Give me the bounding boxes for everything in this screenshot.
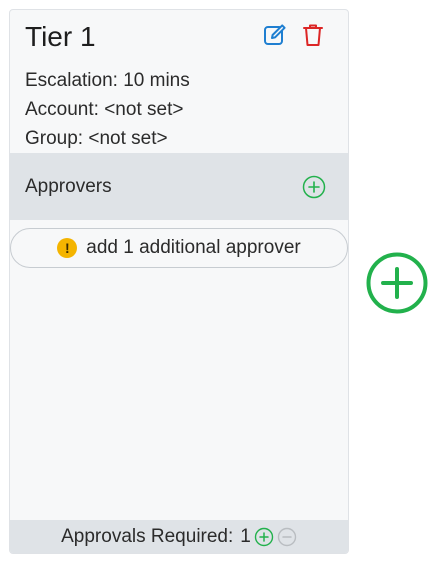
approvers-label: Approvers [25, 175, 112, 197]
approver-placeholder-text: add 1 additional approver [86, 237, 301, 258]
add-approver-button[interactable] [302, 175, 326, 199]
tier-header: Tier 1 Escalation: 10 mins Account: <not… [10, 10, 348, 153]
decrease-approvals-button[interactable] [277, 527, 297, 547]
edit-tier-button[interactable] [262, 22, 288, 48]
trash-icon [303, 24, 323, 46]
edit-icon [264, 24, 286, 45]
group-text: Group: <not set> [25, 128, 168, 149]
approvals-required-bar: Approvals Required: 1 [10, 520, 348, 553]
increase-approvals-button[interactable] [254, 527, 274, 547]
approvers-header: Approvers [10, 153, 348, 220]
tier-card: Tier 1 Escalation: 10 mins Account: <not… [9, 9, 349, 554]
escalation-text: Escalation: 10 mins [25, 70, 190, 91]
approvals-required-label: Approvals Required: [61, 525, 234, 547]
add-tier-button[interactable] [366, 252, 428, 314]
warning-icon: ! [57, 238, 78, 258]
add-approver-placeholder[interactable]: ! add 1 additional approver [10, 228, 348, 268]
delete-tier-button[interactable] [300, 22, 326, 48]
account-text: Account: <not set> [25, 99, 184, 120]
tier-stage: Tier 1 Escalation: 10 mins Account: <not… [0, 0, 436, 561]
approvals-required-value: 1 [240, 525, 251, 547]
